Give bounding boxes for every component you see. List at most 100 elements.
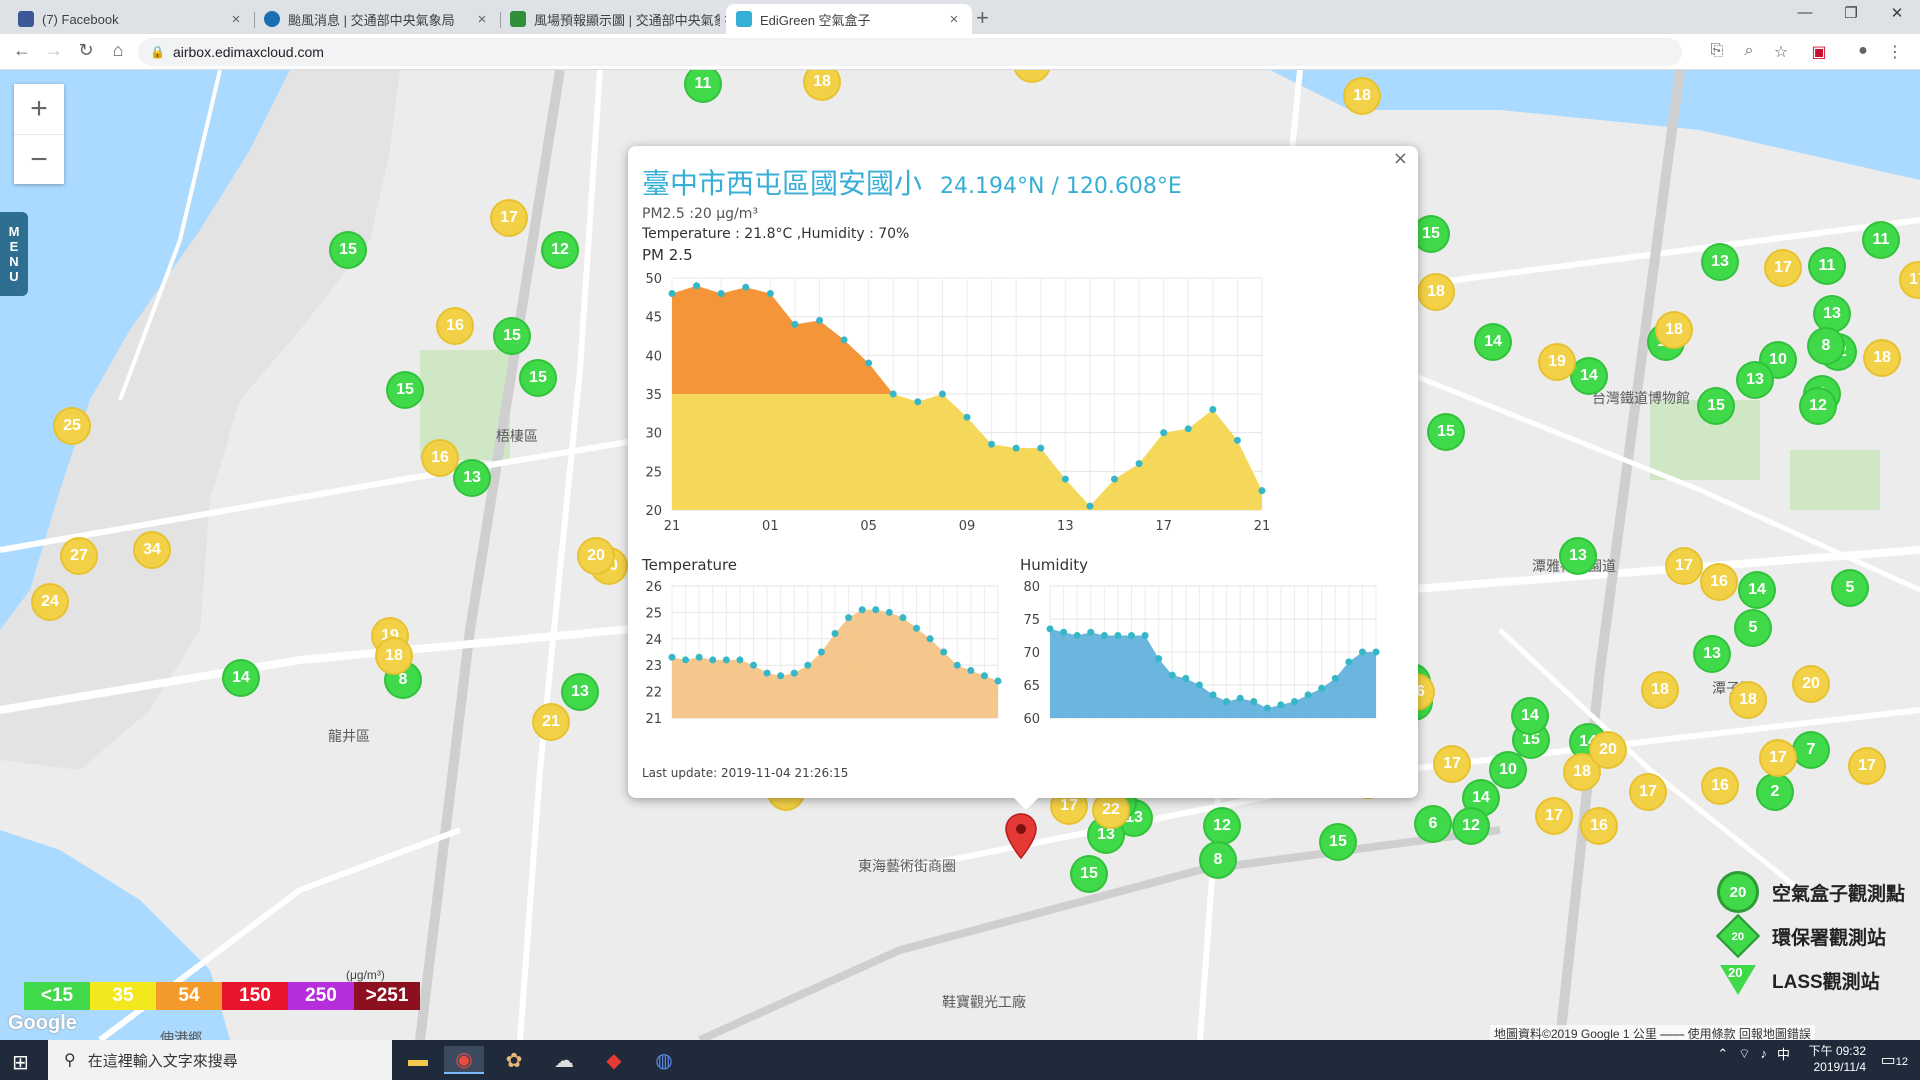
station-marker[interactable]: 17: [1761, 741, 1795, 775]
tab-edigreen[interactable]: EdiGreen 空氣盒子 ×: [726, 4, 972, 34]
station-marker[interactable]: 5: [1833, 571, 1867, 605]
station-marker[interactable]: 18: [1643, 673, 1677, 707]
app-icon[interactable]: ✿: [494, 1046, 534, 1074]
station-marker[interactable]: 14: [1572, 359, 1606, 393]
station-marker[interactable]: 6: [1416, 807, 1450, 841]
zoom-in-button[interactable]: +: [14, 84, 64, 134]
new-tab-button[interactable]: +: [976, 5, 989, 31]
menu-dots-icon[interactable]: ⋮: [1884, 42, 1906, 62]
station-marker[interactable]: 16: [423, 441, 457, 475]
zoom-icon[interactable]: ⌕: [1738, 42, 1760, 60]
station-marker[interactable]: 16: [1702, 565, 1736, 599]
station-marker[interactable]: 15: [1414, 217, 1448, 251]
station-marker[interactable]: 14: [1476, 325, 1510, 359]
station-marker[interactable]: 22: [1094, 793, 1128, 827]
station-marker[interactable]: 12: [1454, 809, 1488, 843]
station-marker[interactable]: 18: [1345, 79, 1379, 113]
station-marker[interactable]: 2: [1758, 775, 1792, 809]
station-marker[interactable]: 19: [1540, 345, 1574, 379]
station-marker[interactable]: 12: [1205, 809, 1239, 843]
station-marker[interactable]: 12: [1801, 389, 1835, 423]
station-marker[interactable]: 20: [579, 539, 613, 573]
taskbar-clock[interactable]: 下午 09:32 2019/11/4: [1809, 1043, 1866, 1075]
station-marker[interactable]: 18: [377, 639, 411, 673]
station-marker[interactable]: 13: [563, 675, 597, 709]
app-icon[interactable]: ☁: [544, 1046, 584, 1074]
station-marker[interactable]: 15: [1429, 415, 1463, 449]
station-marker[interactable]: 13: [1561, 539, 1595, 573]
bookmark-star-icon[interactable]: ☆: [1770, 42, 1792, 62]
station-marker[interactable]: 14: [224, 661, 258, 695]
app-icon[interactable]: ◍: [644, 1046, 684, 1074]
address-bar[interactable]: 🔒 airbox.edimaxcloud.com: [138, 38, 1682, 66]
ime-indicator[interactable]: 中: [1777, 1044, 1790, 1063]
station-marker[interactable]: 13: [1738, 363, 1772, 397]
station-marker[interactable]: 17: [1850, 749, 1884, 783]
chevron-up-icon[interactable]: ⌃: [1717, 1046, 1728, 1062]
station-marker[interactable]: 15: [1699, 389, 1733, 423]
station-marker[interactable]: 15: [388, 373, 422, 407]
restore-icon[interactable]: ❐: [1828, 4, 1874, 22]
home-icon[interactable]: ⌂: [106, 40, 130, 61]
station-marker[interactable]: 10: [1491, 753, 1525, 787]
tab-typhoon-news[interactable]: 颱風消息 | 交通部中央氣象局 ×: [254, 4, 501, 34]
chrome-icon[interactable]: ◉: [444, 1046, 484, 1074]
station-marker[interactable]: 14: [1740, 573, 1774, 607]
app-icon[interactable]: ◆: [594, 1046, 634, 1074]
back-icon[interactable]: ←: [10, 40, 34, 61]
station-marker[interactable]: 15: [521, 361, 555, 395]
network-icon[interactable]: ⌔: [1738, 1046, 1750, 1062]
extension-icon[interactable]: ▣: [1808, 42, 1830, 62]
station-marker[interactable]: 8: [1809, 329, 1843, 363]
station-marker[interactable]: 17: [1537, 799, 1571, 833]
station-marker[interactable]: 16: [438, 309, 472, 343]
profile-icon[interactable]: ●: [1852, 42, 1874, 60]
station-marker[interactable]: 18: [1657, 313, 1691, 347]
station-marker[interactable]: 24: [33, 585, 67, 619]
menu-button[interactable]: MENU: [0, 212, 28, 296]
station-marker[interactable]: 20: [1591, 733, 1625, 767]
windows-start-icon[interactable]: ⊞: [12, 1050, 29, 1075]
station-marker[interactable]: 15: [1321, 825, 1355, 859]
station-marker[interactable]: 7: [1794, 733, 1828, 767]
station-marker[interactable]: 15: [495, 319, 529, 353]
station-marker[interactable]: 13: [455, 461, 489, 495]
station-marker[interactable]: 14: [1513, 699, 1547, 733]
forward-icon[interactable]: →: [42, 40, 66, 61]
station-marker[interactable]: 13: [1815, 297, 1849, 331]
station-marker[interactable]: 17: [1435, 747, 1469, 781]
station-marker[interactable]: 8: [1201, 843, 1235, 877]
station-marker[interactable]: 13: [1695, 637, 1729, 671]
tab-wind-forecast[interactable]: 風場預報顯示圖 | 交通部中央氣象 ×: [500, 4, 746, 34]
station-marker[interactable]: 17: [1631, 775, 1665, 809]
notification-center-icon[interactable]: ▭12: [1881, 1050, 1908, 1070]
station-marker[interactable]: 15: [331, 233, 365, 267]
station-marker[interactable]: 15: [1072, 857, 1106, 891]
station-marker[interactable]: 5: [1736, 611, 1770, 645]
station-marker[interactable]: 18: [1419, 275, 1453, 309]
station-marker[interactable]: 34: [135, 533, 169, 567]
minimize-icon[interactable]: —: [1782, 4, 1828, 21]
close-window-icon[interactable]: ✕: [1874, 4, 1920, 22]
station-marker[interactable]: 17: [1766, 251, 1800, 285]
station-marker[interactable]: 16: [1582, 809, 1616, 843]
translate-icon[interactable]: ⎘: [1706, 42, 1728, 60]
legend-epa[interactable]: 20 環保署觀測站: [1718, 914, 1905, 958]
station-marker[interactable]: 16: [1703, 769, 1737, 803]
station-marker[interactable]: 18: [1731, 683, 1765, 717]
station-marker[interactable]: 27: [62, 539, 96, 573]
station-marker[interactable]: 20: [1794, 667, 1828, 701]
close-tab-icon[interactable]: ×: [228, 11, 244, 28]
file-explorer-icon[interactable]: ▬: [398, 1046, 438, 1074]
tab-facebook[interactable]: (7) Facebook ×: [8, 4, 255, 34]
legend-airbox[interactable]: 20 空氣盒子觀測點: [1720, 870, 1905, 914]
close-tab-icon[interactable]: ×: [474, 11, 490, 28]
taskbar-search[interactable]: ⚲ 在這裡輸入文字來搜尋: [48, 1040, 392, 1080]
station-marker[interactable]: 25: [55, 409, 89, 443]
station-marker[interactable]: 11: [1810, 249, 1844, 283]
station-marker[interactable]: 17: [1667, 549, 1701, 583]
map-attribution[interactable]: 地圖資料©2019 Google 1 公里 ⎯⎯⎯⎯ 使用條款 回報地圖錯誤: [1490, 1025, 1815, 1040]
reload-icon[interactable]: ↻: [74, 40, 98, 61]
zoom-out-button[interactable]: −: [14, 134, 64, 184]
station-marker[interactable]: 21: [534, 705, 568, 739]
